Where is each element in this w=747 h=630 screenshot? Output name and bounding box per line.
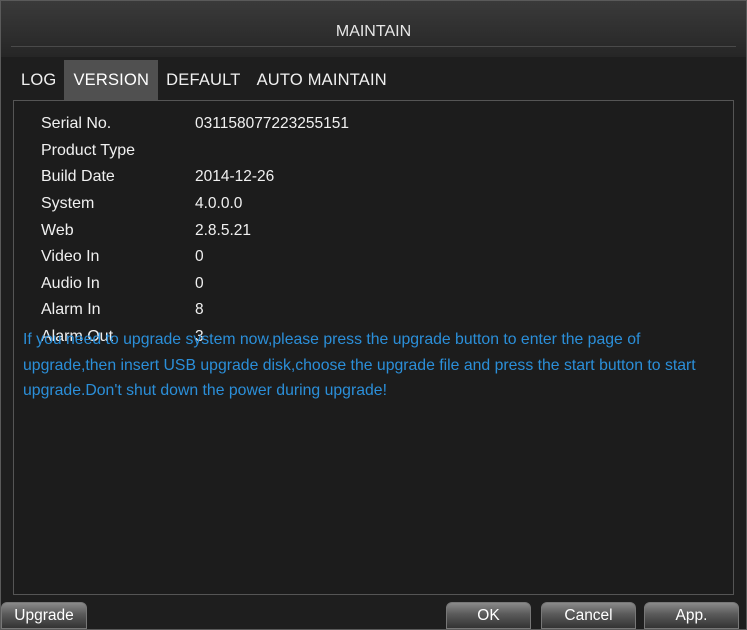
ok-button[interactable]: OK — [446, 602, 531, 629]
apply-button[interactable]: App. — [644, 602, 739, 629]
cancel-button[interactable]: Cancel — [541, 602, 636, 629]
system-label: System — [41, 195, 95, 213]
audio-in-label: Audio In — [41, 274, 100, 292]
info-row-serial-no: Serial No. 031158077223255151 — [41, 111, 349, 138]
info-row-build-date: Build Date 2014-12-26 — [41, 164, 349, 191]
tab-bar: LOG VERSION DEFAULT AUTO MAINTAIN — [13, 60, 395, 100]
version-info-list: Serial No. 031158077223255151 Product Ty… — [41, 111, 349, 350]
tab-default[interactable]: DEFAULT — [158, 60, 248, 100]
info-row-system: System 4.0.0.0 — [41, 191, 349, 218]
system-value: 4.0.0.0 — [195, 195, 243, 213]
maintain-window: MAINTAIN LOG VERSION DEFAULT AUTO MAINTA… — [0, 0, 747, 630]
info-row-web: Web 2.8.5.21 — [41, 217, 349, 244]
web-value: 2.8.5.21 — [195, 221, 252, 239]
product-type-label: Product Type — [41, 141, 135, 159]
tab-version[interactable]: VERSION — [64, 60, 159, 100]
info-row-alarm-in: Alarm In 8 — [41, 297, 349, 324]
tab-auto-maintain[interactable]: AUTO MAINTAIN — [249, 60, 395, 100]
upgrade-notice: If you need to upgrade system now,please… — [23, 331, 696, 400]
video-in-value: 0 — [195, 248, 204, 266]
audio-in-value: 0 — [195, 274, 204, 292]
info-row-product-type: Product Type — [41, 138, 349, 165]
build-date-label: Build Date — [41, 168, 115, 186]
window-title: MAINTAIN — [335, 23, 412, 40]
title-divider — [11, 46, 736, 47]
upgrade-button[interactable]: Upgrade — [1, 602, 87, 629]
serial-no-value: 031158077223255151 — [195, 115, 350, 133]
alarm-in-label: Alarm In — [41, 301, 101, 319]
title-bar: MAINTAIN — [1, 1, 746, 57]
info-row-audio-in: Audio In 0 — [41, 271, 349, 298]
serial-no-label: Serial No. — [41, 115, 112, 133]
info-row-video-in: Video In 0 — [41, 244, 349, 271]
video-in-label: Video In — [41, 248, 100, 266]
build-date-value: 2014-12-26 — [195, 168, 275, 186]
web-label: Web — [41, 221, 74, 239]
alarm-in-value: 8 — [195, 301, 204, 319]
tab-log[interactable]: LOG — [13, 60, 64, 100]
